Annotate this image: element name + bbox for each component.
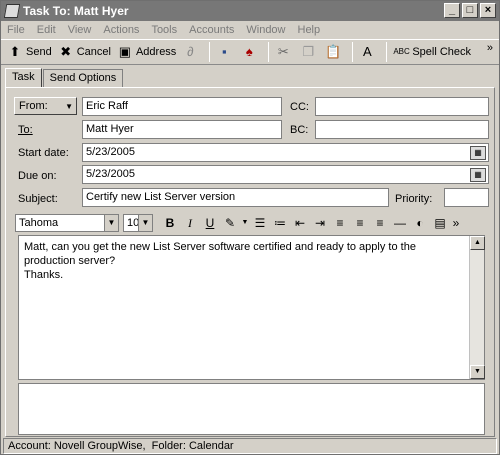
format-toolbar-overflow[interactable]: » <box>451 214 461 232</box>
decrease-indent-icon[interactable]: ⇤ <box>291 214 309 232</box>
menu-tools[interactable]: Tools <box>151 24 177 36</box>
spell-check-icon: ABC <box>393 47 410 56</box>
toolbar-separator <box>209 42 211 62</box>
attach-button[interactable]: ∂ <box>182 41 201 63</box>
status-text: Account: Novell GroupWise, Folder: Calen… <box>8 440 234 452</box>
bc-label: BC: <box>290 124 309 136</box>
toolbar-separator <box>268 42 270 62</box>
scissors-icon: ✂ <box>277 44 289 59</box>
bold-button[interactable]: B <box>161 214 179 232</box>
subject-field[interactable]: Certify new List Server version <box>82 188 389 207</box>
from-field[interactable]: Eric Raff <box>82 97 282 116</box>
chevron-down-icon: ▼ <box>104 215 118 231</box>
menu-accounts[interactable]: Accounts <box>189 24 234 36</box>
due-on-label: Due on: <box>18 170 57 182</box>
from-dropdown[interactable]: From: ▼ <box>14 97 77 115</box>
send-icon: ⬆ <box>9 44 21 59</box>
chevron-down-icon: ▼ <box>138 215 152 231</box>
toolbar-overflow[interactable]: » <box>487 42 493 54</box>
increase-indent-icon[interactable]: ⇥ <box>311 214 329 232</box>
align-left-icon[interactable]: ≡ <box>331 214 349 232</box>
app-icon <box>3 4 21 18</box>
font-button[interactable]: A <box>359 41 378 63</box>
toolbar: ⬆ Send ✖ Cancel ▣ Address ∂ ▪ ♠ ✂ ❐ 📋 A … <box>1 39 499 65</box>
vertical-scrollbar[interactable]: ▲ ▼ <box>469 236 485 379</box>
scroll-up-icon[interactable]: ▲ <box>470 236 485 250</box>
message-text: Matt, can you get the new List Server so… <box>24 241 416 281</box>
paste-button[interactable]: 📋 <box>325 41 344 63</box>
send-button[interactable]: ⬆ Send <box>7 41 52 63</box>
align-center-icon[interactable]: ≡ <box>351 214 369 232</box>
menu-edit[interactable]: Edit <box>37 24 56 36</box>
bullet-list-icon[interactable]: ≔ <box>271 214 289 232</box>
save-button[interactable]: ▪ <box>216 41 235 63</box>
start-date-label: Start date: <box>18 147 69 159</box>
numbered-list-icon[interactable]: ☰ <box>251 214 269 232</box>
task-window: Task To: Matt Hyer _ □ × File Edit View … <box>0 0 500 455</box>
window-title: Task To: Matt Hyer <box>23 4 129 18</box>
bc-field[interactable] <box>315 120 489 139</box>
cancel-button[interactable]: ✖ Cancel <box>58 41 111 63</box>
calendar-icon[interactable]: ▦ <box>470 145 486 160</box>
copy-icon: ❐ <box>302 44 315 59</box>
tab-task[interactable]: Task <box>5 68 42 88</box>
to-label: To: <box>18 124 33 136</box>
font-select[interactable]: Tahoma ▼ <box>15 214 119 232</box>
insert-image-icon[interactable]: ◐ <box>411 214 429 232</box>
align-right-icon[interactable]: ≡ <box>371 214 389 232</box>
tab-strip: Task Send Options <box>5 67 124 88</box>
start-date-field[interactable]: 5/23/2005 ▦ <box>82 143 489 162</box>
paste-icon: 📋 <box>325 44 342 59</box>
status-bar: Account: Novell GroupWise, Folder: Calen… <box>3 438 497 454</box>
address-button[interactable]: ▣ Address <box>117 41 177 63</box>
chevron-down-icon: ▼ <box>65 101 73 111</box>
menu-bar: File Edit View Actions Tools Accounts Wi… <box>1 21 499 38</box>
paperclip-icon: ∂ <box>187 44 194 59</box>
format-toolbar: Tahoma ▼ 10 ▼ B I U ✎ ▼ ☰ ≔ ⇤ ⇥ ≡ ≡ ≡ — … <box>15 213 489 233</box>
underline-button[interactable]: U <box>201 214 219 232</box>
priority-field[interactable] <box>444 188 489 207</box>
close-button[interactable]: × <box>480 3 496 18</box>
italic-button[interactable]: I <box>181 214 199 232</box>
cc-field[interactable] <box>315 97 489 116</box>
scroll-down-icon[interactable]: ▼ <box>470 365 485 379</box>
spell-option-button[interactable]: ♠ <box>241 41 260 63</box>
address-book-icon: ▣ <box>118 44 132 59</box>
cut-button[interactable]: ✂ <box>275 41 294 63</box>
menu-file[interactable]: File <box>7 24 25 36</box>
cc-label: CC: <box>290 101 309 113</box>
calendar-icon[interactable]: ▦ <box>470 167 486 182</box>
menu-view[interactable]: View <box>68 24 92 36</box>
insert-object-icon[interactable]: ▤ <box>431 214 449 232</box>
to-field[interactable]: Matt Hyer <box>82 120 282 139</box>
save-icon: ▪ <box>222 44 227 59</box>
tab-send-options[interactable]: Send Options <box>42 69 124 87</box>
horizontal-line-icon[interactable]: — <box>391 214 409 232</box>
font-icon: A <box>362 44 372 59</box>
title-bar: Task To: Matt Hyer _ □ × <box>1 1 499 21</box>
toolbar-separator <box>352 42 354 62</box>
chevron-down-icon[interactable]: ▼ <box>241 214 249 232</box>
menu-actions[interactable]: Actions <box>103 24 139 36</box>
message-body[interactable]: Matt, can you get the new List Server so… <box>18 235 485 380</box>
maximize-button[interactable]: □ <box>462 3 478 18</box>
due-on-field[interactable]: 5/23/2005 ▦ <box>82 165 489 184</box>
toolbar-separator <box>386 42 388 62</box>
priority-label: Priority: <box>395 193 433 205</box>
menu-window[interactable]: Window <box>246 24 285 36</box>
subject-label: Subject: <box>18 193 58 205</box>
copy-button[interactable]: ❐ <box>300 41 319 63</box>
minimize-button[interactable]: _ <box>444 3 460 18</box>
highlight-color-icon[interactable]: ✎ <box>221 214 239 232</box>
menu-help[interactable]: Help <box>298 24 321 36</box>
spell-check-button[interactable]: ABC Spell Check <box>393 41 471 63</box>
cancel-icon: ✖ <box>60 44 72 59</box>
notes-area[interactable] <box>18 383 485 435</box>
font-size-select[interactable]: 10 ▼ <box>123 214 153 232</box>
abc-check-icon: ♠ <box>245 44 253 59</box>
